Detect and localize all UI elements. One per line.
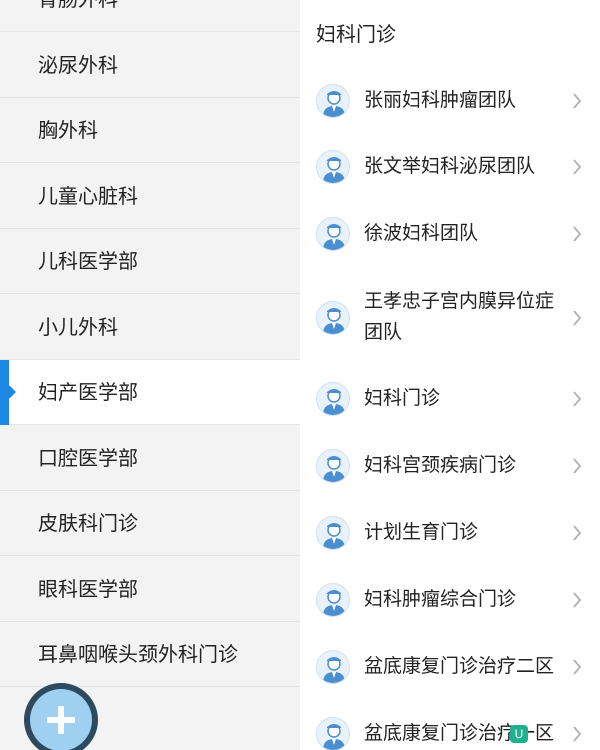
list-item[interactable]: 妇科宫颈疾病门诊 [300, 435, 600, 497]
doctor-avatar-icon [316, 301, 350, 335]
clinic-name: 计划生育门诊 [364, 521, 479, 543]
chevron-right-icon [572, 391, 582, 407]
list-item[interactable]: 张丽妇科肿瘤团队 [300, 70, 600, 132]
fab-inner [30, 689, 92, 750]
chevron-right-icon [572, 310, 582, 326]
active-indicator [0, 360, 16, 425]
list-item[interactable]: 计划生育门诊 [300, 502, 600, 564]
clinic-name: 徐波妇科团队 [364, 222, 479, 244]
doctor-avatar-icon [316, 84, 350, 118]
list-item[interactable]: 张文举妇科泌尿团队 [300, 136, 600, 198]
clinic-name: 妇科肿瘤综合门诊 [364, 588, 517, 610]
sidebar-item-gastrointestinal-surgery[interactable]: 胃肠外科 [0, 0, 300, 32]
doctor-avatar-icon [316, 217, 350, 251]
chevron-right-icon [572, 726, 582, 742]
list-item[interactable]: 王孝忠子宫内膜异位症团队 [300, 276, 600, 360]
list-item[interactable]: 妇科肿瘤综合门诊 [300, 569, 600, 631]
sidebar-item-pediatric-cardiology[interactable]: 儿童心脏科 [0, 164, 300, 229]
doctor-avatar-icon [316, 583, 350, 617]
sidebar-item-obstetrics-gynecology[interactable]: 妇产医学部 [0, 360, 300, 425]
doctor-avatar-icon [316, 449, 350, 483]
chevron-right-icon [572, 592, 582, 608]
sidebar-item-dermatology[interactable]: 皮肤科门诊 [0, 491, 300, 556]
list-item[interactable]: 徐波妇科团队 [300, 203, 600, 265]
sidebar-item-thoracic-surgery[interactable]: 胸外科 [0, 98, 300, 163]
chevron-right-icon [572, 458, 582, 474]
doctor-avatar-icon [316, 516, 350, 550]
sidebar-item-label: 妇产医学部 [38, 380, 138, 404]
doctor-avatar-icon [316, 717, 350, 750]
sidebar-item-pediatric-surgery[interactable]: 小儿外科 [0, 295, 300, 360]
sidebar-item-pediatrics[interactable]: 儿科医学部 [0, 229, 300, 294]
department-sidebar: 胃肠外科 泌尿外科 胸外科 儿童心脏科 儿科医学部 小儿外科 妇产医学部 口腔医… [0, 0, 300, 750]
chevron-right-icon [572, 659, 582, 675]
sidebar-item-stomatology[interactable]: 口腔医学部 [0, 426, 300, 491]
list-item[interactable]: 盆底康复门诊治疗二区 [300, 636, 600, 698]
clinic-name: 妇科宫颈疾病门诊 [364, 454, 517, 476]
clinic-name: 盆底康复门诊治疗一区 [364, 722, 555, 744]
clinic-name: 张丽妇科肿瘤团队 [364, 89, 517, 111]
doctor-avatar-icon [316, 650, 350, 684]
sidebar-item-ent[interactable]: 耳鼻咽喉头颈外科门诊 [0, 622, 300, 687]
sidebar-item-ophthalmology[interactable]: 眼科医学部 [0, 557, 300, 622]
chevron-right-icon [572, 159, 582, 175]
chevron-right-icon [572, 525, 582, 541]
clinic-name: 妇科门诊 [364, 387, 441, 409]
doctor-avatar-icon [316, 382, 350, 416]
sidebar-item-urology[interactable]: 泌尿外科 [0, 33, 300, 98]
clinic-name: 盆底康复门诊治疗二区 [364, 655, 555, 677]
section-title: 妇科门诊 [316, 22, 396, 46]
overlay-badge: U [510, 725, 528, 743]
chevron-right-icon [572, 226, 582, 242]
floating-add-button[interactable] [24, 683, 98, 750]
clinic-name: 王孝忠子宫内膜异位症团队 [364, 290, 555, 343]
list-item[interactable]: 盆底康复门诊治疗一区 [300, 703, 600, 750]
clinic-list-panel: 妇科门诊 张丽妇科肿瘤团队 张文举妇科泌尿团队 徐波妇科团队 王孝忠子宫内膜异位… [300, 0, 600, 750]
plus-icon [47, 706, 75, 734]
list-item[interactable]: 妇科门诊 [300, 368, 600, 430]
clinic-name: 张文举妇科泌尿团队 [364, 155, 536, 177]
doctor-avatar-icon [316, 150, 350, 184]
chevron-right-icon [572, 93, 582, 109]
